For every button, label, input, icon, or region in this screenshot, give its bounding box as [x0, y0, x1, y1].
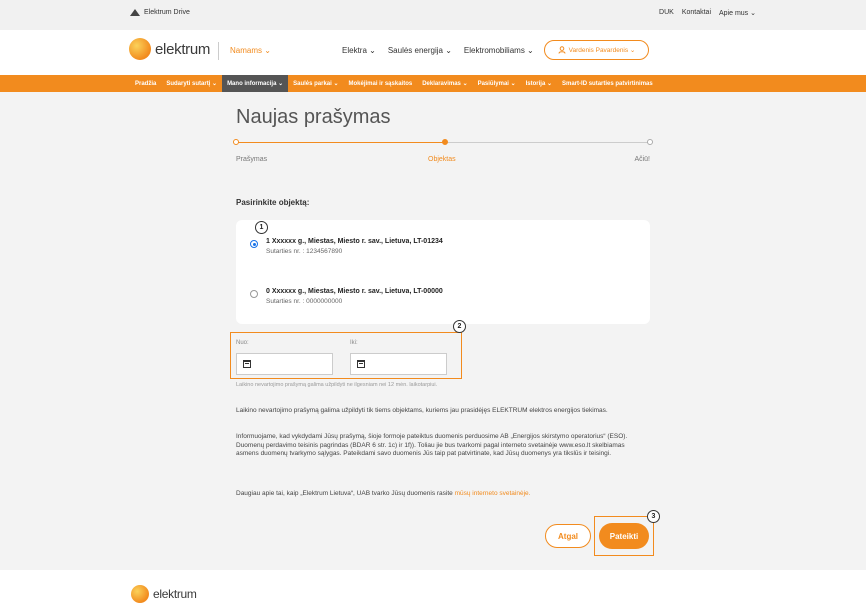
- nav-items: Elektra ⌄ Saulės energija ⌄ Elektromobil…: [342, 46, 534, 55]
- calendar-icon: [357, 360, 365, 368]
- elektrum-drive-link[interactable]: Elektrum Drive: [130, 9, 190, 16]
- step-dot-1: [233, 139, 239, 145]
- info-paragraph-3-text: Daugiau apie tai, kaip „Elektrum Lietuva…: [236, 490, 455, 497]
- object-option-2[interactable]: 0 Xxxxxx g., Miestas, Miesto r. sav., Li…: [250, 288, 443, 305]
- object-contract-1: Sutarties nr. : 1234567890: [266, 248, 343, 255]
- step-dot-2: [442, 139, 448, 145]
- footer-logo-text: elektrum: [153, 587, 197, 601]
- step-dot-3: [647, 139, 653, 145]
- logo-ball-icon: [131, 585, 149, 603]
- account-nav-pasiulymai[interactable]: Pasiūlymai ⌄: [473, 75, 521, 92]
- object-address-2: 0 Xxxxxx g., Miestas, Miesto r. sav., Li…: [266, 288, 443, 295]
- step-label-objektas: Objektas: [428, 156, 456, 163]
- nav-saules-energija[interactable]: Saulės energija ⌄: [388, 46, 452, 55]
- info-paragraph-1: Laikino nevartojimo prašymą galima užpil…: [236, 407, 608, 414]
- nav-elektromobiliams[interactable]: Elektromobiliams ⌄: [464, 46, 534, 55]
- user-menu-button[interactable]: Vardenis Pavardenis ⌄: [544, 40, 649, 60]
- user-name: Vardenis Pavardenis ⌄: [568, 47, 636, 54]
- account-nav: Pradžia Sudaryti sutartį ⌄ Mano informac…: [0, 75, 866, 92]
- page-title: Naujas prašymas: [236, 106, 391, 128]
- account-nav-deklaravimas[interactable]: Deklaravimas ⌄: [417, 75, 472, 92]
- nav-elektra[interactable]: Elektra ⌄: [342, 46, 376, 55]
- info-paragraph-2: Informuojame, kad vykdydami Jūsų prašymą…: [236, 433, 628, 457]
- date-range-hint: Laikino nevartojimo prašymą galima užpil…: [236, 382, 438, 388]
- account-nav-istorija[interactable]: Istorija ⌄: [521, 75, 557, 92]
- elektrum-logo[interactable]: elektrum: [129, 38, 210, 60]
- footer-logo[interactable]: elektrum: [131, 585, 197, 603]
- utility-bar: Elektrum Drive DUK Kontaktai Apie mus ⌄: [0, 0, 866, 30]
- object-radio-1[interactable]: [250, 240, 258, 248]
- callout-badge-2: 2: [453, 320, 466, 333]
- object-list: 1 Xxxxxx g., Miestas, Miesto r. sav., Li…: [236, 220, 650, 324]
- account-nav-pradzia[interactable]: Pradžia: [130, 75, 161, 92]
- user-icon: [558, 46, 566, 54]
- date-from-label: Nuo:: [236, 340, 249, 346]
- step-progress-fill: [236, 142, 445, 143]
- select-object-label: Pasirinkite objektą:: [236, 198, 310, 207]
- info-paragraph-3: Daugiau apie tai, kaip „Elektrum Lietuva…: [236, 490, 646, 499]
- apie-mus-link[interactable]: Apie mus ⌄: [719, 9, 756, 17]
- step-label-prasymas: Prašymas: [236, 156, 268, 163]
- duk-link[interactable]: DUK: [659, 9, 674, 17]
- date-from-input[interactable]: [236, 353, 333, 375]
- submit-button[interactable]: Pateikti: [599, 523, 649, 549]
- calendar-icon: [243, 360, 251, 368]
- logo-text: elektrum: [155, 40, 211, 58]
- object-radio-2[interactable]: [250, 290, 258, 298]
- privacy-link[interactable]: mūsų interneto svetainėje.: [455, 490, 531, 497]
- kontaktai-link[interactable]: Kontaktai: [682, 9, 711, 17]
- account-nav-smart-id[interactable]: Smart-ID sutarties patvirtinimas: [557, 75, 658, 92]
- callout-badge-3: 3: [647, 510, 660, 523]
- nav-divider: [218, 42, 219, 60]
- object-contract-2: Sutarties nr. : 0000000000: [266, 298, 343, 305]
- account-nav-mokejimai[interactable]: Mokėjimai ir sąskaitos: [344, 75, 418, 92]
- logo-ball-icon: [129, 38, 151, 60]
- account-nav-sudaryti-sutarti[interactable]: Sudaryti sutartį ⌄: [161, 75, 222, 92]
- elektrum-drive-label: Elektrum Drive: [144, 9, 190, 16]
- main-nav: elektrum Namams ⌄ Elektra ⌄ Saulės energ…: [0, 30, 866, 74]
- callout-badge-1: 1: [255, 221, 268, 234]
- segment-dropdown[interactable]: Namams ⌄: [230, 46, 271, 55]
- object-address-1: 1 Xxxxxx g., Miestas, Miesto r. sav., Li…: [266, 238, 443, 245]
- back-button[interactable]: Atgal: [545, 524, 591, 548]
- utility-links: DUK Kontaktai Apie mus ⌄: [659, 9, 756, 17]
- date-to-input[interactable]: [350, 353, 447, 375]
- object-option-1[interactable]: 1 Xxxxxx g., Miestas, Miesto r. sav., Li…: [250, 238, 443, 255]
- account-nav-mano-informacija[interactable]: Mano informacija ⌄: [222, 75, 289, 92]
- account-nav-saules-parkai[interactable]: Saulės parkai ⌄: [288, 75, 343, 92]
- footer: elektrum: [0, 570, 866, 610]
- date-to-label: Iki:: [350, 340, 358, 346]
- drive-logo-icon: [130, 9, 140, 16]
- step-label-aciu: Ačiū!: [634, 156, 650, 163]
- content-area: Naujas prašymas Prašymas Objektas Ačiū! …: [0, 92, 866, 570]
